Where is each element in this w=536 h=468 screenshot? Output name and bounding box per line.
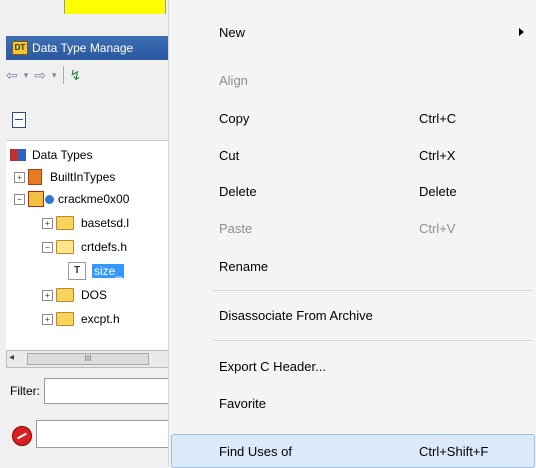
tree-node-label: excpt.h <box>81 312 120 326</box>
tree-node-label: Data Types <box>32 148 93 162</box>
builtin-types-icon <box>28 169 42 185</box>
data-type-manager-icon: DT <box>12 41 28 55</box>
menu-item-label: Cut <box>219 147 240 163</box>
scroll-thumb[interactable]: III <box>27 353 149 365</box>
menu-item-label: New <box>219 24 246 40</box>
menu-item-label: Favorite <box>219 395 266 411</box>
panel-title-bar[interactable]: DT Data Type Manage <box>6 36 168 60</box>
tree-node-label: crackme0x00 <box>58 192 130 206</box>
tree-node-label: DOS <box>81 288 108 302</box>
back-arrow-icon[interactable]: ⇦ <box>6 67 18 84</box>
menu-separator <box>213 290 533 291</box>
menu-item-label: Export C Header... <box>219 358 326 374</box>
expand-icon[interactable]: + <box>42 289 53 301</box>
menu-item-cut[interactable]: Cut Ctrl+X <box>219 145 455 165</box>
tree-node-basetsd[interactable]: + basetsd.l <box>42 213 131 233</box>
expand-icon[interactable]: + <box>42 217 53 229</box>
collapse-all-icon[interactable] <box>12 112 26 128</box>
tree-node-data-types[interactable]: Data Types <box>10 145 94 165</box>
horizontal-scrollbar[interactable]: ◂ III <box>6 350 168 368</box>
menu-separator <box>213 340 533 341</box>
check-badge-icon <box>45 194 54 204</box>
filter-input[interactable] <box>44 378 168 404</box>
data-type-tree: Data Types + BuiltInTypes − crackme0x00 … <box>6 140 168 351</box>
menu-item-new[interactable]: New <box>219 22 245 42</box>
tree-node-label: BuiltInTypes <box>50 170 116 184</box>
tree-node-excpt[interactable]: + excpt.h <box>42 309 122 329</box>
tree-node-dos[interactable]: + DOS <box>42 285 109 305</box>
collapse-icon[interactable]: − <box>42 241 53 253</box>
context-menu: New Align Copy Ctrl+C Cut Ctrl+X Delete … <box>168 0 536 468</box>
highlight-strip <box>64 0 166 14</box>
collapse-icon[interactable]: − <box>14 193 25 205</box>
tree-node-builtin[interactable]: + BuiltInTypes <box>14 167 117 187</box>
submenu-arrow-icon <box>519 28 524 36</box>
tree-node-size[interactable]: T size_ <box>68 259 125 283</box>
tree-node-crtdefs[interactable]: − crtdefs.h <box>42 237 129 257</box>
menu-item-rename[interactable]: Rename <box>219 256 268 276</box>
menu-item-shortcut: Ctrl+V <box>419 220 456 236</box>
tree-node-archive[interactable]: − crackme0x00 <box>14 189 131 209</box>
back-dropdown-icon[interactable]: ▾ <box>24 70 29 81</box>
archive-book-icon <box>28 191 44 207</box>
data-types-icon <box>10 149 26 161</box>
menu-item-label: Rename <box>219 258 269 274</box>
toolbar-separator <box>62 66 64 84</box>
menu-item-label: Align <box>219 72 248 88</box>
menu-item-label: Find Uses of <box>219 443 292 459</box>
tree-node-label: crtdefs.h <box>81 240 128 254</box>
open-folder-icon <box>56 240 74 254</box>
menu-item-paste[interactable]: Paste Ctrl+V <box>219 218 455 238</box>
menu-item-shortcut: Ctrl+C <box>419 110 457 126</box>
menu-item-align[interactable]: Align <box>219 70 248 90</box>
menu-item-find-uses-of[interactable]: Find Uses of Ctrl+Shift+F <box>219 441 488 461</box>
menu-item-label: Delete <box>219 183 257 199</box>
tree-node-label-selected: size_ <box>92 264 125 278</box>
stop-icon[interactable] <box>12 426 32 446</box>
status-field <box>36 420 168 448</box>
menu-item-label: Disassociate From Archive <box>219 307 373 323</box>
folder-icon <box>56 312 74 326</box>
menu-item-favorite[interactable]: Favorite <box>219 393 266 413</box>
menu-item-shortcut: Ctrl+Shift+F <box>419 443 489 459</box>
network-icon[interactable]: ↯ <box>70 67 82 84</box>
expand-icon[interactable]: + <box>42 313 53 325</box>
folder-icon <box>56 288 74 302</box>
forward-dropdown-icon[interactable]: ▾ <box>52 70 57 81</box>
menu-item-label: Copy <box>219 110 250 126</box>
filter-label: Filter: <box>10 384 40 398</box>
panel-title: Data Type Manage <box>32 41 134 55</box>
menu-item-copy[interactable]: Copy Ctrl+C <box>219 108 456 128</box>
menu-item-label: Paste <box>219 220 253 236</box>
tree-node-label: basetsd.l <box>81 216 130 230</box>
folder-icon <box>56 216 74 230</box>
panel-toolbar: ⇦ ▾ ⇨ ▾ ↯ <box>6 62 168 88</box>
expand-icon[interactable]: + <box>14 171 25 183</box>
menu-item-shortcut: Delete <box>419 183 457 199</box>
typedef-icon: T <box>68 262 86 280</box>
menu-item-disassociate[interactable]: Disassociate From Archive <box>219 305 373 325</box>
menu-item-delete[interactable]: Delete Delete <box>219 181 457 201</box>
menu-item-shortcut: Ctrl+X <box>419 147 456 163</box>
scroll-left-icon[interactable]: ◂ <box>9 352 14 363</box>
menu-item-export-c-header[interactable]: Export C Header... <box>219 356 326 376</box>
forward-arrow-icon[interactable]: ⇨ <box>34 67 46 84</box>
data-type-manager-panel: DT Data Type Manage ⇦ ▾ ⇨ ▾ ↯ Data Types… <box>0 0 168 466</box>
